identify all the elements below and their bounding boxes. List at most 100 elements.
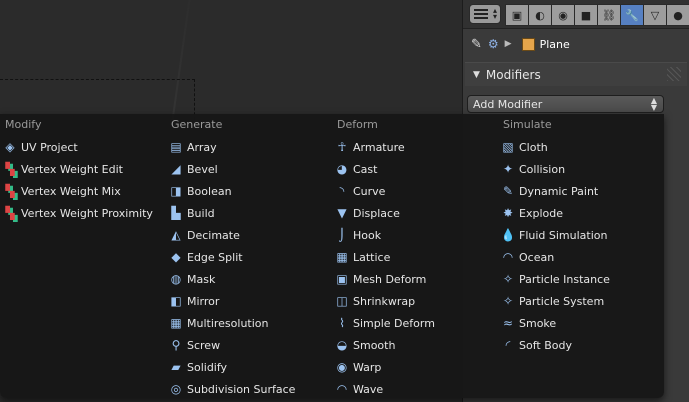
menu-item-explode[interactable]: ✸ Explode — [498, 202, 664, 224]
menu-item-label: Bevel — [187, 162, 218, 176]
editor-type-icon[interactable]: ▴ ▾ — [469, 4, 501, 24]
multiresolution-icon: ▦ — [170, 316, 182, 330]
menu-item-multiresolution[interactable]: ▦ Multiresolution — [166, 312, 332, 334]
menu-item-vertex-weight-mix[interactable]: ▚ Vertex Weight Mix — [0, 180, 166, 202]
menu-item-lattice[interactable]: ▦ Lattice — [332, 246, 498, 268]
modifiers-wrench-icon[interactable]: 🔧 — [620, 4, 644, 26]
menu-item-array[interactable]: ▤ Array — [166, 136, 332, 158]
menu-column-modify: Modify ◈ UV Project ▚ Vertex Weight Edit ▚ Ver… — [0, 114, 166, 224]
mirror-icon: ◧ — [170, 294, 182, 308]
menu-item-wave[interactable]: ◠ Wave — [332, 378, 498, 400]
world-icon[interactable]: ◉ — [551, 4, 575, 26]
particle-system-icon: ✧ — [502, 294, 514, 308]
menu-item-label: Boolean — [187, 184, 232, 198]
menu-item-subdivision-surface[interactable]: ◎ Subdivision Surface — [166, 378, 332, 400]
menu-item-hook[interactable]: ⌡ Hook — [332, 224, 498, 246]
menu-item-label: Ocean — [519, 250, 555, 264]
screw-icon: ⚲ — [171, 338, 181, 352]
scene-icon[interactable]: ◐ — [528, 4, 552, 26]
panel-title: Modifiers — [485, 67, 541, 82]
menu-item-label: Armature — [353, 140, 405, 154]
hook-icon: ⌡ — [338, 228, 346, 242]
menu-item-particle-instance[interactable]: ✧ Particle Instance — [498, 268, 664, 290]
vertex-weight-icon: ▚ — [5, 162, 15, 176]
menu-column-deform: Deform ☥ Armature ◕ Cast ◝ Curve ▼ Displace ⌡ Hook… — [332, 114, 498, 400]
menu-item-warp[interactable]: ◉ Warp — [332, 356, 498, 378]
pin-icon[interactable]: ✎ — [471, 37, 482, 52]
menu-item-fluid-simulation[interactable]: 💧 Fluid Simulation — [498, 224, 664, 246]
menu-item-displace[interactable]: ▼ Displace — [332, 202, 498, 224]
armature-icon: ☥ — [337, 140, 347, 154]
object-icon[interactable]: ■ — [574, 4, 598, 26]
constraints-icon[interactable]: ⛓ — [597, 4, 621, 26]
curve-icon: ◝ — [339, 184, 345, 198]
menu-item-screw[interactable]: ⚲ Screw — [166, 334, 332, 356]
cloth-icon: ▧ — [502, 140, 514, 154]
editor-type-bars-icon — [474, 9, 488, 19]
menu-item-vertex-weight-edit[interactable]: ▚ Vertex Weight Edit — [0, 158, 166, 180]
menu-item-cloth[interactable]: ▧ Cloth — [498, 136, 664, 158]
render-icon[interactable]: ▣ — [505, 4, 529, 26]
object-name: Plane — [539, 37, 570, 51]
data-icon[interactable]: ▽ — [643, 4, 667, 26]
warp-icon: ◉ — [336, 360, 348, 374]
menu-item-label: Wave — [353, 382, 384, 396]
boolean-icon: ◨ — [170, 184, 182, 198]
menu-item-mesh-deform[interactable]: ▣ Mesh Deform — [332, 268, 498, 290]
menu-item-uv-project[interactable]: ◈ UV Project — [0, 136, 166, 158]
menu-column-title: Modify — [5, 118, 42, 131]
menu-item-solidify[interactable]: ▰ Solidify — [166, 356, 332, 378]
menu-item-label: Dynamic Paint — [519, 184, 599, 198]
add-modifier-menu: Modify ◈ UV Project ▚ Vertex Weight Edit ▚ Ver… — [0, 114, 664, 398]
menu-item-mirror[interactable]: ◧ Mirror — [166, 290, 332, 312]
menu-item-armature[interactable]: ☥ Armature — [332, 136, 498, 158]
cast-icon: ◕ — [336, 162, 348, 176]
menu-item-label: Fluid Simulation — [519, 228, 608, 242]
menu-item-soft-body[interactable]: ◜ Soft Body — [498, 334, 664, 356]
menu-item-label: Displace — [353, 206, 400, 220]
lattice-icon: ▦ — [336, 250, 348, 264]
menu-item-mask[interactable]: ◍ Mask — [166, 268, 332, 290]
menu-item-label: Build — [187, 206, 215, 220]
menu-item-label: Mask — [187, 272, 216, 286]
menu-item-label: Mirror — [187, 294, 220, 308]
menu-item-label: Multiresolution — [187, 316, 269, 330]
menu-item-simple-deform[interactable]: ⌇ Simple Deform — [332, 312, 498, 334]
menu-item-smooth[interactable]: ◒ Smooth — [332, 334, 498, 356]
vertex-weight-icon: ▚ — [5, 206, 15, 220]
uv-project-icon: ◈ — [5, 140, 15, 154]
menu-item-ocean[interactable]: ◠ Ocean — [498, 246, 664, 268]
add-modifier-button[interactable]: Add Modifier ▲ ▼ — [467, 95, 664, 113]
modifiers-panel-header[interactable]: ▼ Modifiers — [465, 62, 687, 86]
menu-column-title: Simulate — [503, 118, 552, 131]
menu-item-decimate[interactable]: ◭ Decimate — [166, 224, 332, 246]
panel-grip-icon[interactable] — [667, 67, 681, 81]
simple-deform-icon: ⌇ — [339, 316, 345, 330]
menu-item-shrinkwrap[interactable]: ◫ Shrinkwrap — [332, 290, 498, 312]
menu-item-cast[interactable]: ◕ Cast — [332, 158, 498, 180]
menu-item-build[interactable]: ▙ Build — [166, 202, 332, 224]
menu-column-generate: Generate ▤ Array ◢ Bevel ◨ Boolean ▙ Build ◭ Decim… — [166, 114, 332, 400]
menu-item-label: Lattice — [353, 250, 391, 264]
menu-item-collision[interactable]: ✦ Collision — [498, 158, 664, 180]
menu-item-boolean[interactable]: ◨ Boolean — [166, 180, 332, 202]
menu-item-label: Solidify — [187, 360, 228, 374]
mesh-deform-icon: ▣ — [336, 272, 348, 286]
menu-column-simulate: Simulate ▧ Cloth ✦ Collision ✎ Dynamic Paint ✸ E… — [498, 114, 664, 356]
updown-arrows-icon: ▲ ▼ — [650, 96, 657, 112]
menu-item-label: Explode — [519, 206, 563, 220]
menu-item-edge-split[interactable]: ◆ Edge Split — [166, 246, 332, 268]
menu-item-vertex-weight-proximity[interactable]: ▚ Vertex Weight Proximity — [0, 202, 166, 224]
menu-item-smoke[interactable]: ≈ Smoke — [498, 312, 664, 334]
build-icon: ▙ — [171, 206, 181, 220]
menu-item-bevel[interactable]: ◢ Bevel — [166, 158, 332, 180]
menu-item-curve[interactable]: ◝ Curve — [332, 180, 498, 202]
menu-item-label: Vertex Weight Edit — [21, 162, 123, 176]
menu-item-dynamic-paint[interactable]: ✎ Dynamic Paint — [498, 180, 664, 202]
edge-split-icon: ◆ — [171, 250, 181, 264]
material-icon[interactable]: ● — [666, 4, 689, 26]
menu-item-label: Smoke — [519, 316, 557, 330]
menu-item-particle-system[interactable]: ✧ Particle System — [498, 290, 664, 312]
decimate-icon: ◭ — [171, 228, 181, 242]
triangle-down-icon[interactable]: ▼ — [473, 70, 480, 80]
